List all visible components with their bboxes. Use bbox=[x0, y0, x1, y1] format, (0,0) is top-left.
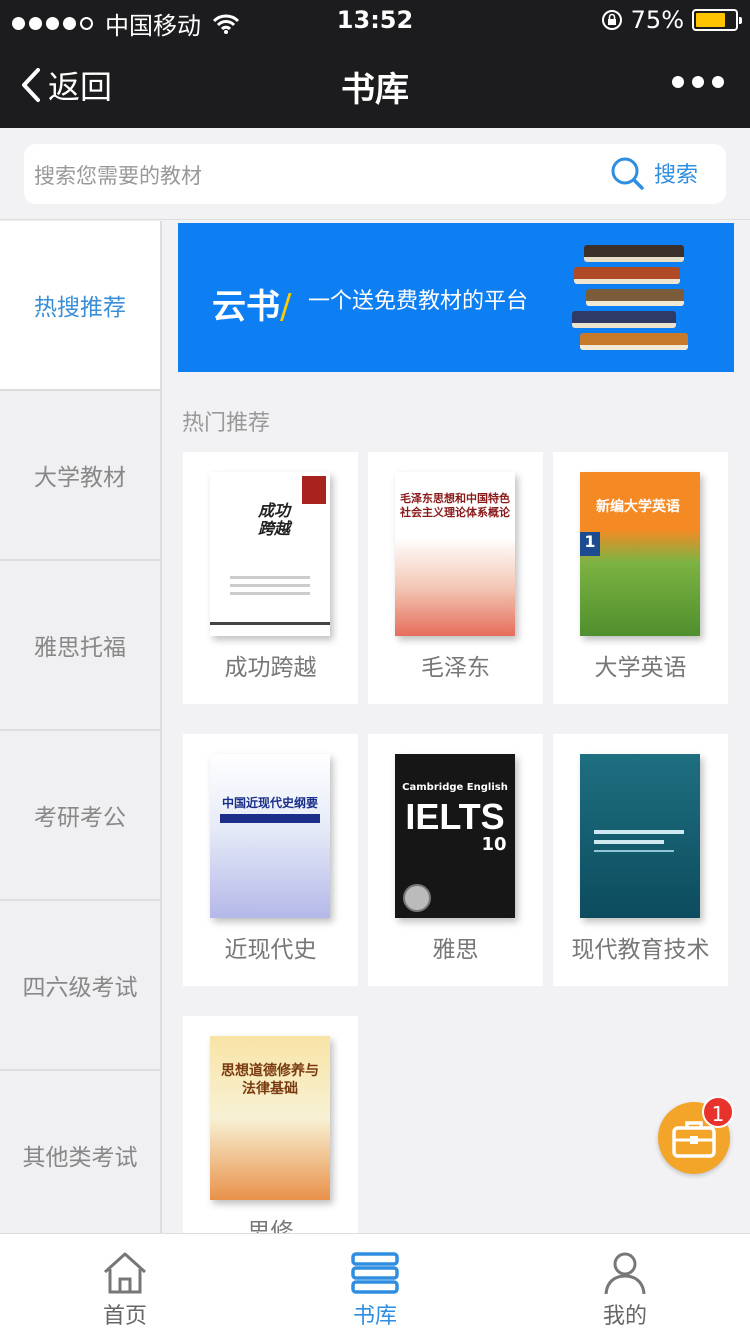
cover-number: 10 bbox=[481, 834, 507, 855]
book-stack-icon bbox=[572, 239, 688, 355]
search-icon bbox=[611, 157, 644, 190]
tab-label: 书库 bbox=[352, 1304, 397, 1329]
book-name: 近现代史 bbox=[224, 937, 317, 963]
banner-brand-text: 云书 bbox=[212, 287, 280, 327]
tab-library[interactable]: 书库 bbox=[300, 1248, 450, 1330]
cover-title: 毛泽东思想和中国特色社会主义理论体系概论 bbox=[400, 492, 510, 519]
toolbox-float-button[interactable]: 1 bbox=[658, 1096, 734, 1174]
book-name: 现代教育技术 bbox=[571, 937, 710, 963]
more-icon[interactable] bbox=[672, 76, 724, 88]
book-card[interactable]: 新编大学英语 1 大学英语 bbox=[553, 452, 728, 704]
book-cover: 毛泽东思想和中国特色社会主义理论体系概论 bbox=[395, 472, 515, 636]
sidebar-item-university[interactable]: 大学教材 bbox=[0, 391, 160, 561]
sidebar-item-label: 大学教材 bbox=[34, 465, 126, 491]
status-bar: 中国移动 13:52 75% bbox=[0, 0, 750, 40]
sidebar-item-label: 考研考公 bbox=[34, 805, 126, 831]
cover-title: IELTS bbox=[405, 796, 505, 837]
battery-percent: 75% bbox=[630, 6, 684, 34]
book-cover: 新编大学英语 1 bbox=[580, 472, 700, 636]
book-cover: 中国近现代史纲要 bbox=[210, 754, 330, 918]
search-area: 搜索您需要的教材 搜索 bbox=[0, 128, 750, 220]
sidebar-item-label: 雅思托福 bbox=[34, 635, 126, 661]
home-icon bbox=[103, 1252, 147, 1294]
book-name: 成功跨越 bbox=[224, 655, 317, 681]
tab-bar: 首页 书库 我的 bbox=[0, 1233, 750, 1334]
book-cover: Cambridge English IELTS 10 bbox=[395, 754, 515, 918]
nav-bar: 返回 书库 bbox=[0, 40, 750, 128]
book-name: 雅思 bbox=[432, 937, 479, 963]
book-card[interactable]: 毛泽东思想和中国特色社会主义理论体系概论 毛泽东 bbox=[368, 452, 543, 704]
search-input[interactable]: 搜索您需要的教材 搜索 bbox=[24, 144, 726, 204]
search-button[interactable]: 搜索 bbox=[610, 156, 698, 190]
book-name: 思修 bbox=[247, 1219, 294, 1233]
book-name: 毛泽东 bbox=[421, 655, 490, 681]
sidebar-item-exams[interactable]: 考研考公 bbox=[0, 731, 160, 901]
cover-title: 成功跨越 bbox=[257, 501, 290, 538]
book-card[interactable]: 成功跨越 成功跨越 bbox=[183, 452, 358, 704]
sidebar-item-cet[interactable]: 四六级考试 bbox=[0, 901, 160, 1071]
book-card[interactable]: 中国近现代史纲要 近现代史 bbox=[183, 734, 358, 986]
promo-banner[interactable]: 云书/ 一个送免费教材的平台 bbox=[178, 223, 734, 372]
book-card[interactable]: 现代教育技术 bbox=[553, 734, 728, 986]
section-title: 热门推荐 bbox=[182, 411, 271, 436]
sidebar-item-label: 其他类考试 bbox=[22, 1145, 138, 1171]
user-icon bbox=[604, 1252, 646, 1295]
tab-home[interactable]: 首页 bbox=[50, 1248, 200, 1330]
book-card[interactable]: 思想道德修养与法律基础 思修 bbox=[183, 1016, 358, 1233]
cover-title: 新编大学英语 bbox=[596, 499, 680, 515]
sidebar-item-ielts-toefl[interactable]: 雅思托福 bbox=[0, 561, 160, 731]
cover-seal bbox=[302, 476, 326, 504]
book-cover: 思想道德修养与法律基础 bbox=[210, 1036, 330, 1200]
sidebar-item-label: 四六级考试 bbox=[22, 975, 138, 1001]
banner-brand: 云书/ bbox=[212, 287, 292, 327]
rotation-lock-icon bbox=[601, 10, 622, 30]
sidebar-item-hot[interactable]: 热搜推荐 bbox=[0, 221, 160, 391]
category-sidebar: 热搜推荐 大学教材 雅思托福 考研考公 四六级考试 其他类考试 bbox=[0, 221, 162, 1241]
library-icon bbox=[351, 1252, 399, 1294]
book-card[interactable]: Cambridge English IELTS 10 雅思 bbox=[368, 734, 543, 986]
status-right: 75% bbox=[601, 6, 742, 34]
search-placeholder: 搜索您需要的教材 bbox=[34, 164, 202, 188]
book-name: 大学英语 bbox=[594, 655, 687, 681]
book-cover bbox=[580, 754, 700, 918]
tab-label: 我的 bbox=[602, 1304, 647, 1329]
cover-subtitle: Cambridge English bbox=[402, 782, 508, 793]
page-title: 书库 bbox=[341, 70, 409, 110]
battery-fill bbox=[696, 13, 725, 27]
tab-label: 首页 bbox=[102, 1304, 147, 1329]
cover-title: 中国近现代史纲要 bbox=[221, 796, 318, 810]
search-button-label: 搜索 bbox=[653, 163, 698, 188]
main-content: 云书/ 一个送免费教材的平台 热门推荐 成功跨越 成功跨越 毛泽东思想和中国特色… bbox=[162, 221, 750, 1233]
book-cover: 成功跨越 bbox=[210, 472, 330, 636]
notification-badge: 1 bbox=[702, 1096, 734, 1128]
sidebar-item-label: 热搜推荐 bbox=[34, 295, 126, 321]
sidebar-item-other[interactable]: 其他类考试 bbox=[0, 1071, 160, 1241]
battery-icon bbox=[692, 9, 742, 31]
cover-title: 思想道德修养与法律基础 bbox=[221, 1063, 319, 1097]
tab-profile[interactable]: 我的 bbox=[550, 1248, 700, 1330]
banner-slogan: 一个送免费教材的平台 bbox=[308, 289, 529, 314]
